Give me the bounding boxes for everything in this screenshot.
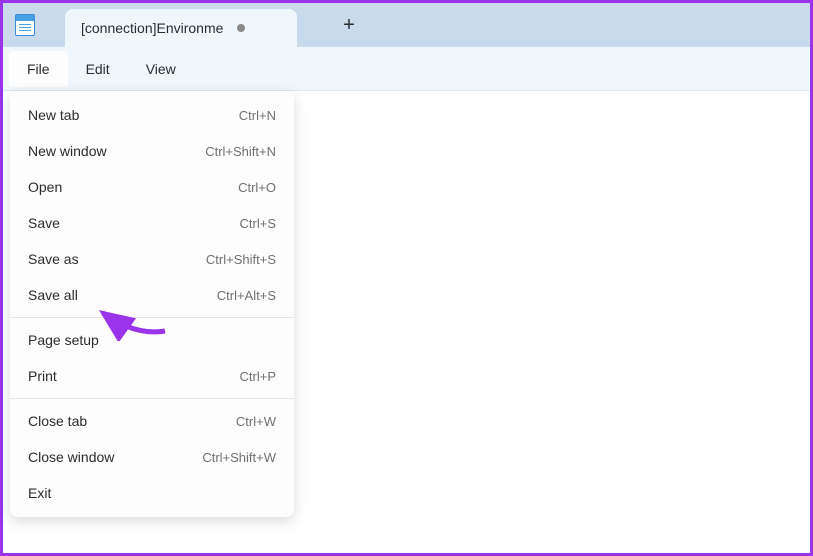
menu-label: New tab — [28, 107, 79, 123]
menu-close-window[interactable]: Close window Ctrl+Shift+W — [10, 439, 294, 475]
menu-open[interactable]: Open Ctrl+O — [10, 169, 294, 205]
menu-file[interactable]: File — [9, 51, 68, 87]
menu-save[interactable]: Save Ctrl+S — [10, 205, 294, 241]
menu-label: New window — [28, 143, 107, 159]
menu-save-all[interactable]: Save all Ctrl+Alt+S — [10, 277, 294, 313]
new-tab-button[interactable]: + — [333, 9, 365, 41]
menu-label: Print — [28, 368, 57, 384]
menu-save-as[interactable]: Save as Ctrl+Shift+S — [10, 241, 294, 277]
file-tab[interactable]: [connection]Environme — [65, 9, 297, 47]
menu-shortcut: Ctrl+Shift+S — [206, 252, 276, 267]
menu-new-tab[interactable]: New tab Ctrl+N — [10, 97, 294, 133]
menu-label: Save all — [28, 287, 78, 303]
menu-shortcut: Ctrl+Shift+N — [205, 144, 276, 159]
menu-shortcut: Ctrl+Shift+W — [202, 450, 276, 465]
menu-shortcut: Ctrl+W — [236, 414, 276, 429]
titlebar: [connection]Environme + — [3, 3, 810, 47]
plus-icon: + — [343, 14, 355, 37]
menu-label: Save — [28, 215, 60, 231]
menu-new-window[interactable]: New window Ctrl+Shift+N — [10, 133, 294, 169]
menu-edit[interactable]: Edit — [68, 51, 128, 87]
menubar: File Edit View — [3, 47, 810, 91]
menu-label: Close tab — [28, 413, 87, 429]
menu-label: Save as — [28, 251, 79, 267]
menu-print[interactable]: Print Ctrl+P — [10, 358, 294, 394]
tab-title: [connection]Environme — [81, 20, 223, 36]
menu-view[interactable]: View — [128, 51, 194, 87]
menu-shortcut: Ctrl+P — [240, 369, 276, 384]
menu-separator — [10, 317, 294, 318]
menu-separator — [10, 398, 294, 399]
menu-close-tab[interactable]: Close tab Ctrl+W — [10, 403, 294, 439]
menu-shortcut: Ctrl+Alt+S — [217, 288, 276, 303]
menu-label: Close window — [28, 449, 114, 465]
file-menu-dropdown: New tab Ctrl+N New window Ctrl+Shift+N O… — [10, 91, 294, 517]
menu-label: Page setup — [28, 332, 99, 348]
menu-shortcut: Ctrl+O — [238, 180, 276, 195]
menu-exit[interactable]: Exit — [10, 475, 294, 511]
menu-page-setup[interactable]: Page setup — [10, 322, 294, 358]
menu-shortcut: Ctrl+S — [240, 216, 276, 231]
menu-label: Open — [28, 179, 62, 195]
notepad-icon — [15, 14, 35, 36]
menu-label: Exit — [28, 485, 51, 501]
menu-shortcut: Ctrl+N — [239, 108, 276, 123]
unsaved-indicator-icon — [237, 24, 245, 32]
